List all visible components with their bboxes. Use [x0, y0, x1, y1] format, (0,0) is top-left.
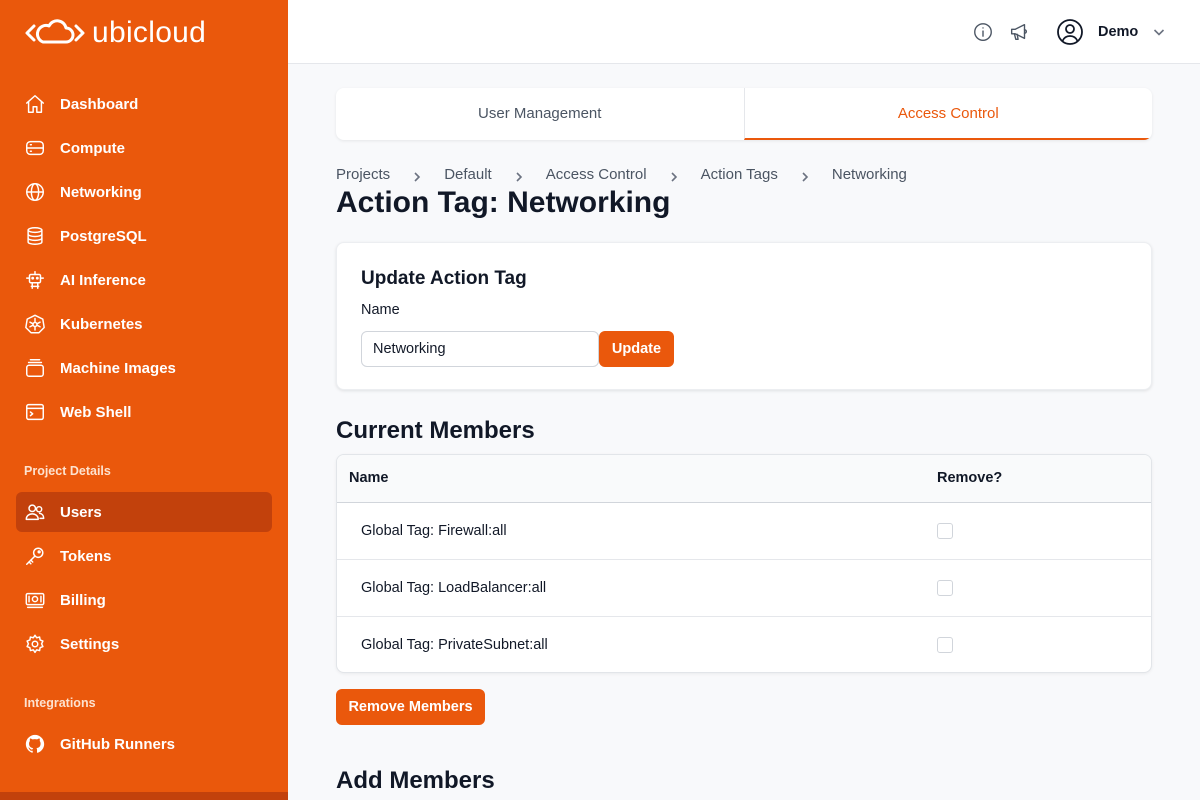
current-members-title: Current Members — [336, 417, 535, 444]
sidebar-item-networking[interactable]: Networking — [16, 172, 272, 212]
globe-icon — [24, 181, 46, 203]
chevron-down-icon — [1154, 29, 1165, 36]
sidebar-item-web-shell[interactable]: Web Shell — [16, 392, 272, 432]
sidebar-item-machine-images[interactable]: Machine Images — [16, 348, 272, 388]
sidebar-item-label: Networking — [60, 183, 142, 201]
database-icon — [24, 225, 46, 247]
chevron-right-icon — [800, 169, 810, 182]
breadcrumb-action-tags[interactable]: Action Tags — [701, 166, 778, 183]
integrations-nav: GitHub Runners — [16, 724, 272, 768]
integrations-heading: Integrations — [24, 696, 96, 710]
ubicloud-logo[interactable]: ubicloud — [24, 16, 206, 50]
github-icon — [24, 733, 46, 755]
banknote-icon — [24, 589, 46, 611]
breadcrumb-access-control[interactable]: Access Control — [546, 166, 647, 183]
sidebar-item-compute[interactable]: Compute — [16, 128, 272, 168]
card-title: Update Action Tag — [361, 268, 527, 289]
tab-access-control[interactable]: Access Control — [743, 88, 1152, 140]
user-name: Demo — [1098, 24, 1139, 40]
add-members-title: Add Members — [336, 767, 495, 794]
sidebar-item-billing[interactable]: Billing — [16, 580, 272, 620]
sidebar-item-users[interactable]: Users — [16, 492, 272, 532]
column-header-remove: Remove? — [937, 470, 1003, 486]
chevron-right-icon — [669, 169, 679, 182]
sidebar-item-label: Kubernetes — [60, 315, 143, 333]
chevron-right-icon — [412, 169, 422, 182]
remove-checkbox[interactable] — [937, 580, 953, 596]
table-row: Global Tag: PrivateSubnet:all — [337, 617, 1151, 672]
sidebar-item-label: Web Shell — [60, 403, 132, 421]
sidebar-item-label: Machine Images — [60, 359, 176, 377]
project-nav: Users Tokens Billing Settings — [16, 492, 272, 668]
chevron-right-icon — [514, 169, 524, 182]
home-icon — [24, 93, 46, 115]
sidebar-item-label: PostgreSQL — [60, 227, 147, 245]
top-bar: Demo — [288, 0, 1200, 64]
user-menu[interactable]: Demo — [1056, 17, 1166, 47]
sidebar-item-tokens[interactable]: Tokens — [16, 536, 272, 576]
remove-checkbox[interactable] — [937, 523, 953, 539]
members-table: Name Remove? Global Tag: Firewall:all Gl… — [336, 454, 1152, 673]
remove-members-button[interactable]: Remove Members — [336, 689, 485, 725]
terminal-icon — [24, 401, 46, 423]
breadcrumb-projects[interactable]: Projects — [336, 166, 390, 183]
cloud-logo-icon — [25, 19, 85, 44]
sidebar-item-label: AI Inference — [60, 271, 146, 289]
column-header-name: Name — [349, 470, 389, 486]
table-row: Global Tag: Firewall:all — [337, 503, 1151, 560]
sidebar-item-label: Tokens — [60, 547, 112, 565]
sidebar-item-label: Dashboard — [60, 95, 139, 113]
name-input[interactable] — [361, 331, 599, 367]
member-name: Global Tag: Firewall:all — [361, 523, 507, 539]
sidebar-footer — [0, 792, 288, 800]
project-details-heading: Project Details — [24, 464, 111, 478]
page-title: Action Tag: Networking — [336, 186, 671, 219]
key-icon — [24, 545, 46, 567]
sidebar-item-settings[interactable]: Settings — [16, 624, 272, 664]
users-icon — [24, 501, 46, 523]
sidebar: ubicloud Dashboard Compute Networking Po… — [0, 0, 288, 800]
update-button[interactable]: Update — [599, 331, 674, 367]
sidebar-item-github-runners[interactable]: GitHub Runners — [16, 724, 272, 764]
gear-icon — [24, 633, 46, 655]
sidebar-item-label: Billing — [60, 591, 106, 609]
tab-user-management[interactable]: User Management — [336, 88, 744, 140]
tab-bar: User Management Access Control — [336, 88, 1152, 140]
sidebar-item-kubernetes[interactable]: Kubernetes — [16, 304, 272, 344]
breadcrumb-default[interactable]: Default — [444, 166, 492, 183]
member-name: Global Tag: LoadBalancer:all — [361, 580, 547, 596]
update-action-tag-card: Update Action Tag Name Update — [336, 242, 1152, 390]
logo-text: ubicloud — [92, 16, 207, 49]
helm-icon — [24, 313, 46, 335]
megaphone-icon[interactable] — [1008, 21, 1030, 43]
user-circle-icon — [1057, 19, 1083, 45]
sidebar-item-label: Settings — [60, 635, 120, 653]
name-label: Name — [361, 302, 400, 318]
remove-checkbox[interactable] — [937, 637, 953, 653]
info-icon[interactable] — [972, 21, 994, 43]
sidebar-item-dashboard[interactable]: Dashboard — [16, 84, 272, 124]
sidebar-item-label: Compute — [60, 139, 125, 157]
robot-icon — [24, 269, 46, 291]
layers-icon — [24, 357, 46, 379]
sidebar-item-ai-inference[interactable]: AI Inference — [16, 260, 272, 300]
sidebar-item-label: GitHub Runners — [60, 735, 175, 753]
main-nav: Dashboard Compute Networking PostgreSQL … — [16, 84, 272, 436]
breadcrumb: Projects Default Access Control Action T… — [336, 164, 907, 184]
sidebar-item-postgresql[interactable]: PostgreSQL — [16, 216, 272, 256]
table-row: Global Tag: LoadBalancer:all — [337, 560, 1151, 617]
table-header: Name Remove? — [337, 455, 1151, 503]
breadcrumb-networking[interactable]: Networking — [832, 166, 907, 183]
member-name: Global Tag: PrivateSubnet:all — [361, 637, 548, 653]
server-icon — [24, 137, 46, 159]
sidebar-item-label: Users — [60, 503, 102, 521]
